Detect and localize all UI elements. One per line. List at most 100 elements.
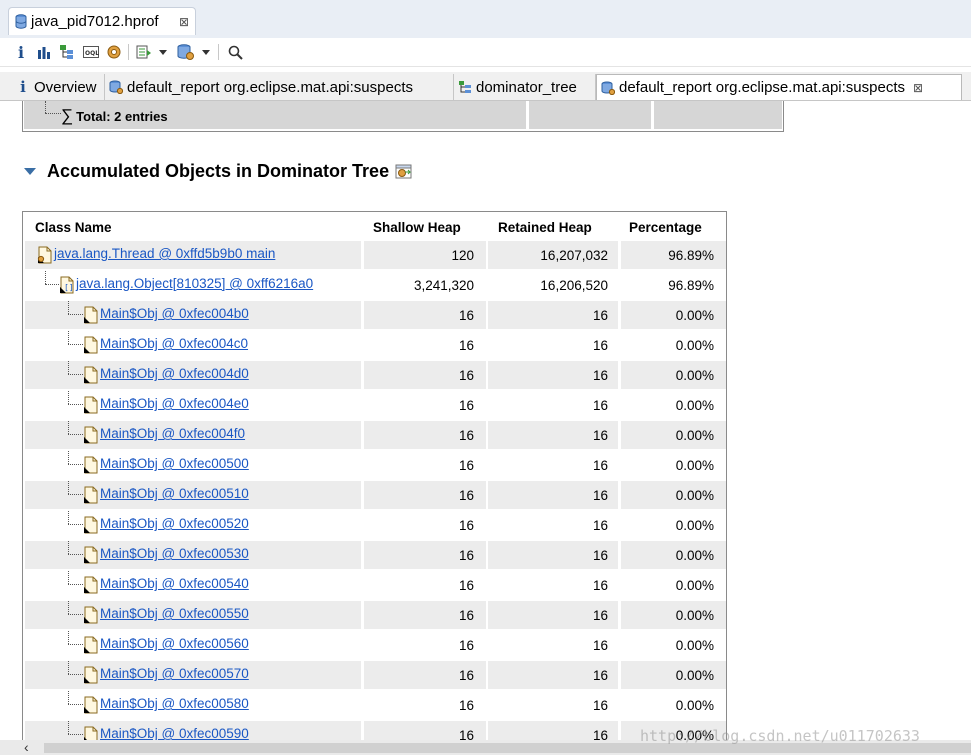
toolbar-separator: [218, 44, 219, 60]
shallow-heap-value: 16: [458, 428, 474, 443]
object-link[interactable]: Main$Obj @ 0xfec00500: [100, 451, 249, 479]
close-icon[interactable]: ⊠: [913, 81, 923, 95]
object-link[interactable]: Main$Obj @ 0xfec00550: [100, 601, 249, 629]
chevron-down-icon: [202, 50, 210, 55]
object-link[interactable]: Main$Obj @ 0xfec00540: [100, 571, 249, 599]
object-link[interactable]: Main$Obj @ 0xfec00560: [100, 631, 249, 659]
table-row[interactable]: java.lang.Thread @ 0xffd5b9b0 main 120 16,…: [25, 241, 726, 269]
table-row[interactable]: Main$Obj @ 0xfec004c0 16 16 0.00%: [25, 331, 726, 359]
tree-guide: [68, 554, 83, 555]
section-header[interactable]: Accumulated Objects in Dominator Tree: [24, 161, 413, 182]
object-link[interactable]: java.lang.Thread @ 0xffd5b9b0 main: [54, 241, 275, 269]
tree-guide: [68, 721, 69, 734]
close-icon[interactable]: ⊠: [179, 15, 189, 29]
table-row[interactable]: [] java.lang.Object[810325] @ 0xff6216a0 3…: [25, 271, 726, 299]
object-link[interactable]: Main$Obj @ 0xfec00590: [100, 721, 249, 740]
table-row[interactable]: Main$Obj @ 0xfec00510 16 16 0.00%: [25, 481, 726, 509]
tree-guide: [68, 481, 69, 494]
tree-guide: [45, 271, 46, 284]
table-row[interactable]: Main$Obj @ 0xfec004e0 16 16 0.00%: [25, 391, 726, 419]
settings-button[interactable]: [105, 43, 123, 61]
percentage-value: 0.00%: [675, 458, 714, 473]
run-report-dropdown[interactable]: [135, 43, 169, 61]
retained-heap-value: 16: [592, 638, 608, 653]
retained-heap-value: 16: [592, 338, 608, 353]
retained-heap-value: 16,206,520: [540, 278, 608, 293]
collapse-triangle-icon[interactable]: [24, 168, 36, 175]
tree-guide: [68, 661, 69, 674]
object-link[interactable]: Main$Obj @ 0xfec00510: [100, 481, 249, 509]
scroll-left-icon[interactable]: ‹: [24, 740, 29, 755]
table-row[interactable]: Main$Obj @ 0xfec00550 16 16 0.00%: [25, 601, 726, 629]
table-row[interactable]: Main$Obj @ 0xfec00560 16 16 0.00%: [25, 631, 726, 659]
object-link[interactable]: Main$Obj @ 0xfec004e0: [100, 391, 249, 419]
retained-heap-value: 16: [592, 608, 608, 623]
column-header-shallow-heap[interactable]: Shallow Heap: [373, 220, 461, 235]
object-link[interactable]: Main$Obj @ 0xfec00520: [100, 511, 249, 539]
object-icon: [84, 666, 98, 684]
column-header-class-name[interactable]: Class Name: [35, 220, 112, 235]
table-row[interactable]: Main$Obj @ 0xfec00540 16 16 0.00%: [25, 571, 726, 599]
histogram-button[interactable]: [36, 43, 52, 61]
tree-guide: [68, 601, 69, 614]
retained-heap-value: 16: [592, 368, 608, 383]
table-row[interactable]: Main$Obj @ 0xfec00570 16 16 0.00%: [25, 661, 726, 689]
tab-label: default_report org.eclipse.mat.api:suspe…: [127, 78, 413, 96]
object-icon: [84, 456, 98, 474]
percentage-value: 0.00%: [675, 608, 714, 623]
object-link[interactable]: Main$Obj @ 0xfec004f0: [100, 421, 245, 449]
info-button[interactable]: i: [14, 42, 28, 62]
shallow-heap-value: 16: [458, 518, 474, 533]
object-link[interactable]: Main$Obj @ 0xfec004b0: [100, 301, 249, 329]
retained-heap-value: 16: [592, 428, 608, 443]
report-icon: [601, 81, 615, 95]
editor-tab-hprof[interactable]: java_pid7012.hprof ⊠: [8, 7, 196, 35]
tab-default-report-2[interactable]: default_report org.eclipse.mat.api:suspe…: [596, 74, 962, 100]
tree-guide: [68, 301, 69, 314]
dominator-tree-button[interactable]: [58, 43, 76, 61]
percentage-value: 0.00%: [675, 308, 714, 323]
object-link[interactable]: Main$Obj @ 0xfec00580: [100, 691, 249, 719]
table-row[interactable]: Main$Obj @ 0xfec004f0 16 16 0.00%: [25, 421, 726, 449]
tree-guide: [68, 691, 69, 704]
object-link[interactable]: Main$Obj @ 0xfec004c0: [100, 331, 248, 359]
tree-guide: [68, 734, 83, 735]
object-link[interactable]: Main$Obj @ 0xfec00570: [100, 661, 249, 689]
table-row[interactable]: Main$Obj @ 0xfec004b0 16 16 0.00%: [25, 301, 726, 329]
info-icon: i: [17, 42, 25, 62]
open-in-view-icon[interactable]: [395, 163, 413, 180]
table-row[interactable]: Main$Obj @ 0xfec00520 16 16 0.00%: [25, 511, 726, 539]
column-header-percentage[interactable]: Percentage: [629, 220, 702, 235]
table-row[interactable]: Main$Obj @ 0xfec00500 16 16 0.00%: [25, 451, 726, 479]
tab-default-report-1[interactable]: default_report org.eclipse.mat.api:suspe…: [105, 74, 454, 100]
section-title: Accumulated Objects in Dominator Tree: [47, 161, 390, 181]
object-icon: [84, 696, 98, 714]
report-content[interactable]: ∑ Total: 2 entries Accumulated Objects i…: [0, 101, 971, 740]
search-button[interactable]: [226, 43, 244, 61]
heap-dump-dropdown[interactable]: [176, 43, 212, 61]
column-header-retained-heap[interactable]: Retained Heap: [498, 220, 592, 235]
object-link[interactable]: Main$Obj @ 0xfec00530: [100, 541, 249, 569]
retained-heap-value: 16: [592, 488, 608, 503]
percentage-value: 0.00%: [675, 488, 714, 503]
object-link[interactable]: java.lang.Object[810325] @ 0xff6216a0: [76, 271, 313, 299]
tab-dominator-tree[interactable]: dominator_tree: [454, 74, 596, 100]
tab-overview[interactable]: i Overview: [12, 74, 105, 100]
tab-label: dominator_tree: [476, 78, 577, 96]
sigma-icon: ∑: [61, 106, 74, 125]
table-row[interactable]: Main$Obj @ 0xfec00590 16 16 0.00%: [25, 721, 726, 740]
object-icon: [84, 636, 98, 654]
table-row[interactable]: Main$Obj @ 0xfec00580 16 16 0.00%: [25, 691, 726, 719]
shallow-heap-value: 120: [451, 248, 474, 263]
oql-button[interactable]: OQL: [82, 43, 100, 61]
tree-guide: [68, 584, 83, 585]
object-icon: [84, 546, 98, 564]
tree-icon: [459, 81, 471, 93]
table-row[interactable]: Main$Obj @ 0xfec00530 16 16 0.00%: [25, 541, 726, 569]
retained-heap-value: 16,207,032: [540, 248, 608, 263]
table-row[interactable]: Main$Obj @ 0xfec004d0 16 16 0.00%: [25, 361, 726, 389]
object-icon: [37, 246, 52, 264]
object-link[interactable]: Main$Obj @ 0xfec004d0: [100, 361, 249, 389]
percentage-value: 96.89%: [668, 278, 714, 293]
database-gear-icon: [177, 44, 194, 60]
